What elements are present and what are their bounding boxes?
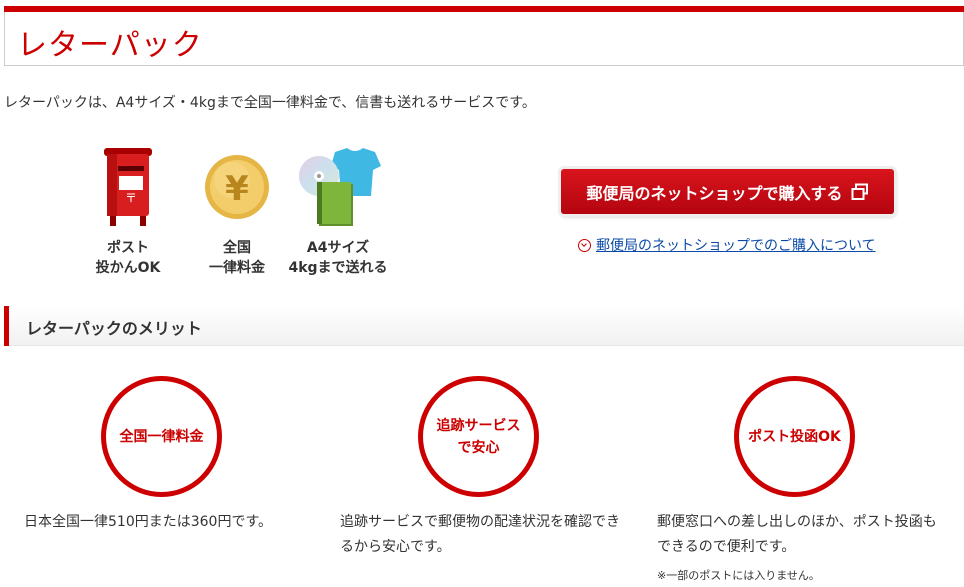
merits-heading: レターパックのメリット (26, 319, 202, 338)
svg-text:〒: 〒 (125, 191, 137, 205)
mailbox-icon: 〒 (73, 146, 183, 228)
external-window-icon (851, 183, 869, 201)
svg-text:¥: ¥ (225, 169, 249, 209)
feature-caption: ポスト 投かんOK (95, 240, 161, 276)
merit-circle-post-box: ポスト投函OK (734, 376, 855, 497)
intro-text: レターパックは、A4サイズ・4kgまで全国一律料金で、信書も送れるサービスです。 (4, 95, 536, 111)
feature-caption: A4サイズ 4kgまで送れる (288, 240, 388, 276)
title-box: レターパック (4, 12, 964, 66)
cd-book-shirt-icon (283, 146, 393, 228)
merit-text-post-box: 郵便窓口への差し出しのほか、ポスト投函もできるので便利です。 (657, 514, 937, 555)
section-accent-bar (4, 306, 9, 346)
purchase-info-link[interactable]: 郵便局のネットショップでのご購入について (596, 235, 876, 255)
feature-caption: 全国 一律料金 (209, 240, 265, 276)
merits-section-header: レターパックのメリット (4, 306, 964, 346)
merit-circle-flat-rate: 全国一律料金 (101, 376, 222, 497)
yen-coin-icon: ¥ (182, 146, 292, 228)
net-shop-buy-button[interactable]: 郵便局のネットショップで購入する (561, 169, 894, 214)
merit-text-tracking: 追跡サービスで郵便物の配達状況を確認できるから安心です。 (340, 514, 620, 555)
merit-text-flat-rate: 日本全国一律510円または360円です。 (24, 514, 273, 530)
post-box-note: ※一部のポストには入りません。 (657, 569, 820, 582)
feature-post-ok: 〒 ポスト 投かんOK (73, 146, 183, 278)
merit-circle-tracking: 追跡サービス で安心 (418, 376, 539, 497)
buy-button-label: 郵便局のネットショップで購入する (586, 183, 843, 203)
feature-flat-rate: ¥ 全国 一律料金 (182, 146, 292, 278)
circle-down-arrow-icon (578, 238, 591, 252)
page-title: レターパック (17, 28, 203, 63)
purchase-info-link-row: 郵便局のネットショップでのご購入について (578, 235, 876, 255)
feature-a4-4kg: A4サイズ 4kgまで送れる (283, 146, 393, 278)
